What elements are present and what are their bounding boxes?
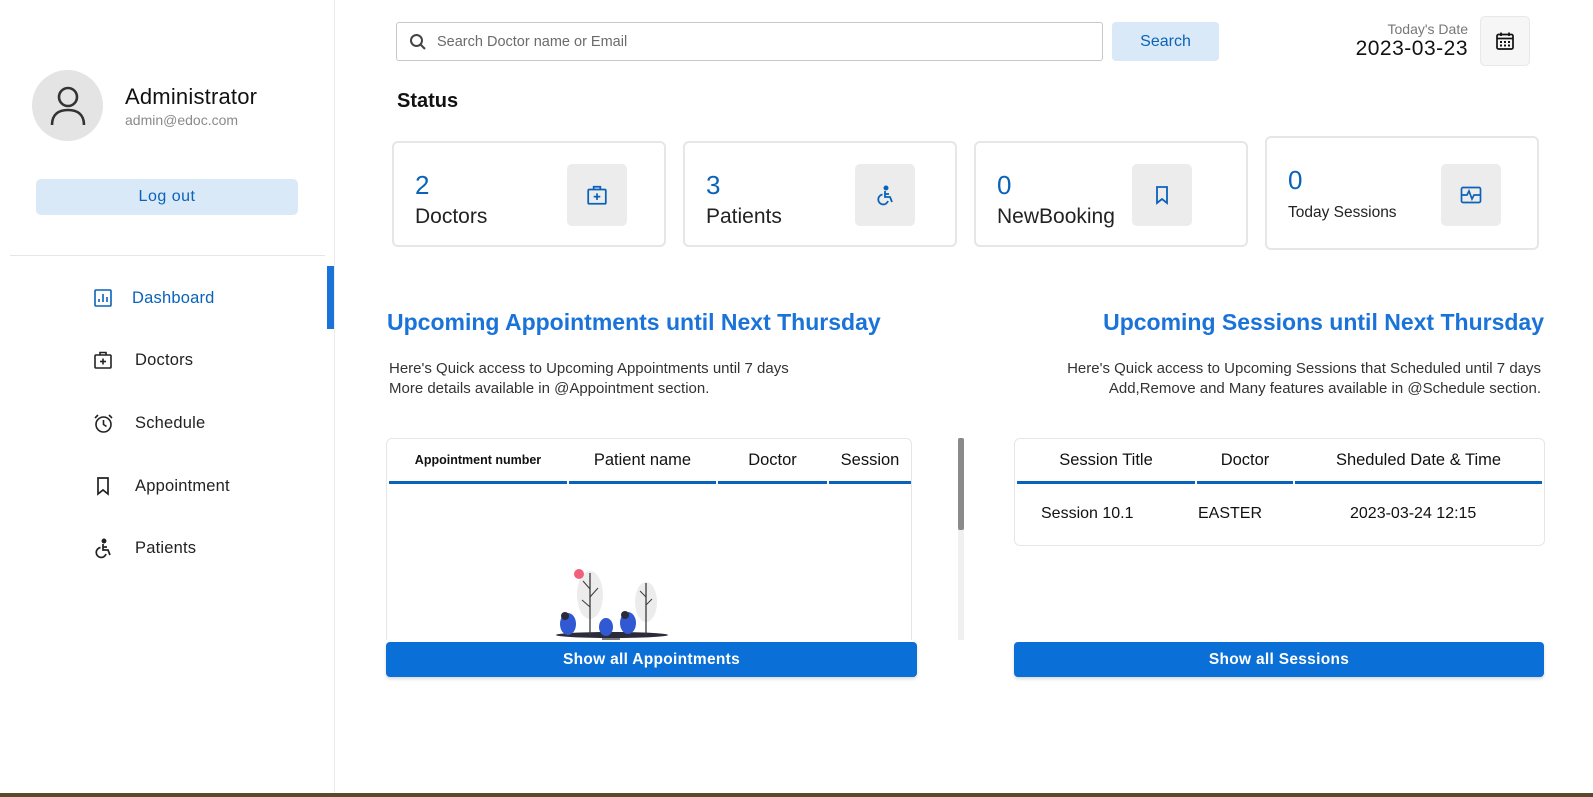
sidebar: Administrator admin@edoc.com Log out Das… <box>0 0 335 793</box>
session-datetime-cell: 2023-03-24 12:15 <box>1350 505 1477 522</box>
bookmark-icon <box>1132 164 1192 226</box>
profile: Administrator admin@edoc.com <box>32 70 257 141</box>
search-icon <box>410 33 426 50</box>
date-value: 2023-03-23 <box>1355 37 1468 60</box>
sessions-title: Upcoming Sessions until Next Thursday <box>1103 309 1544 335</box>
search-input[interactable] <box>437 33 1077 50</box>
column-header: Sheduled Date & Time <box>1295 439 1542 484</box>
sessions-desc-line2: Add,Remove and Many features available i… <box>1108 380 1541 397</box>
bookmark-icon <box>92 475 114 497</box>
show-all-sessions-button[interactable]: Show all Sessions <box>1014 642 1544 677</box>
wheelchair-icon <box>855 164 915 226</box>
search-box <box>396 22 1103 61</box>
sidebar-item-label: Schedule <box>135 413 206 432</box>
column-header: Doctor <box>718 439 827 484</box>
medical-bag-icon <box>567 164 627 226</box>
avatar <box>32 70 103 141</box>
session-doctor-cell: EASTER <box>1198 505 1263 522</box>
logout-button[interactable]: Log out <box>36 179 298 215</box>
sidebar-item-patients[interactable]: Patients <box>0 518 335 578</box>
profile-text: Administrator admin@edoc.com <box>125 84 257 128</box>
bottom-edge <box>0 793 1593 797</box>
user-icon <box>50 86 85 125</box>
session-icon <box>1441 164 1501 226</box>
show-all-appointments-button[interactable]: Show all Appointments <box>386 642 917 677</box>
calendar-button[interactable] <box>1480 16 1530 66</box>
app-root: Administrator admin@edoc.com Log out Das… <box>0 0 1593 797</box>
appointments-table: Appointment number Patient name Doctor S… <box>386 438 912 640</box>
status-heading: Status <box>397 90 459 112</box>
appointments-description: Here's Quick access to Upcoming Appointm… <box>389 359 789 399</box>
appointments-desc-line1: Here's Quick access to Upcoming Appointm… <box>389 360 789 377</box>
sessions-desc-line1: Here's Quick access to Upcoming Sessions… <box>1067 360 1541 377</box>
status-card-newbooking: 0 NewBooking <box>974 141 1248 247</box>
card-value: 3 <box>706 170 721 200</box>
active-indicator <box>327 266 334 329</box>
column-header: Patient name <box>569 439 716 484</box>
card-label: Doctors <box>415 205 488 228</box>
status-card-doctors: 2 Doctors <box>392 141 666 247</box>
sessions-description: Here's Quick access to Upcoming Sessions… <box>1067 359 1541 399</box>
appointments-title: Upcoming Appointments until Next Thursda… <box>387 309 881 335</box>
sidebar-item-label: Dashboard <box>132 288 215 307</box>
sidebar-item-appointment[interactable]: Appointment <box>0 456 335 516</box>
search-button[interactable]: Search <box>1112 22 1219 61</box>
column-header: Appointment number <box>389 439 567 484</box>
scrollbar-thumb[interactable] <box>958 438 964 530</box>
date-label: Today's Date <box>1387 21 1469 37</box>
wheelchair-icon <box>92 537 114 559</box>
card-label: Patients <box>706 205 782 228</box>
sidebar-item-dashboard[interactable]: Dashboard <box>0 268 335 328</box>
column-header: Doctor <box>1197 439 1293 484</box>
sidebar-item-label: Doctors <box>135 350 194 369</box>
profile-email: admin@edoc.com <box>125 111 239 128</box>
sidebar-item-label: Appointment <box>135 476 230 495</box>
dashboard-icon <box>92 287 114 309</box>
status-card-today-sessions: 0 Today Sessions <box>1265 136 1539 250</box>
card-label: Today Sessions <box>1288 204 1397 221</box>
appointments-desc-line2: More details available in @Appointment s… <box>389 380 710 397</box>
card-value: 0 <box>997 170 1012 200</box>
column-header: Session <box>829 439 911 484</box>
alarm-clock-icon <box>92 412 114 434</box>
sessions-table: Session Title Doctor Sheduled Date & Tim… <box>1014 438 1545 546</box>
status-card-patients: 3 Patients <box>683 141 957 247</box>
sidebar-item-doctors[interactable]: Doctors <box>0 330 335 390</box>
card-value: 2 <box>415 170 430 200</box>
sidebar-item-label: Patients <box>135 538 197 557</box>
card-value: 0 <box>1288 165 1303 195</box>
card-label: NewBooking <box>997 205 1115 228</box>
session-title-cell: Session 10.1 <box>1041 505 1134 522</box>
calendar-icon <box>1496 32 1514 50</box>
sidebar-divider <box>10 255 325 256</box>
medical-bag-icon <box>92 349 114 371</box>
column-header: Session Title <box>1017 439 1195 484</box>
profile-name: Administrator <box>125 83 258 109</box>
empty-state-illustration <box>556 569 668 640</box>
sidebar-item-schedule[interactable]: Schedule <box>0 393 335 453</box>
